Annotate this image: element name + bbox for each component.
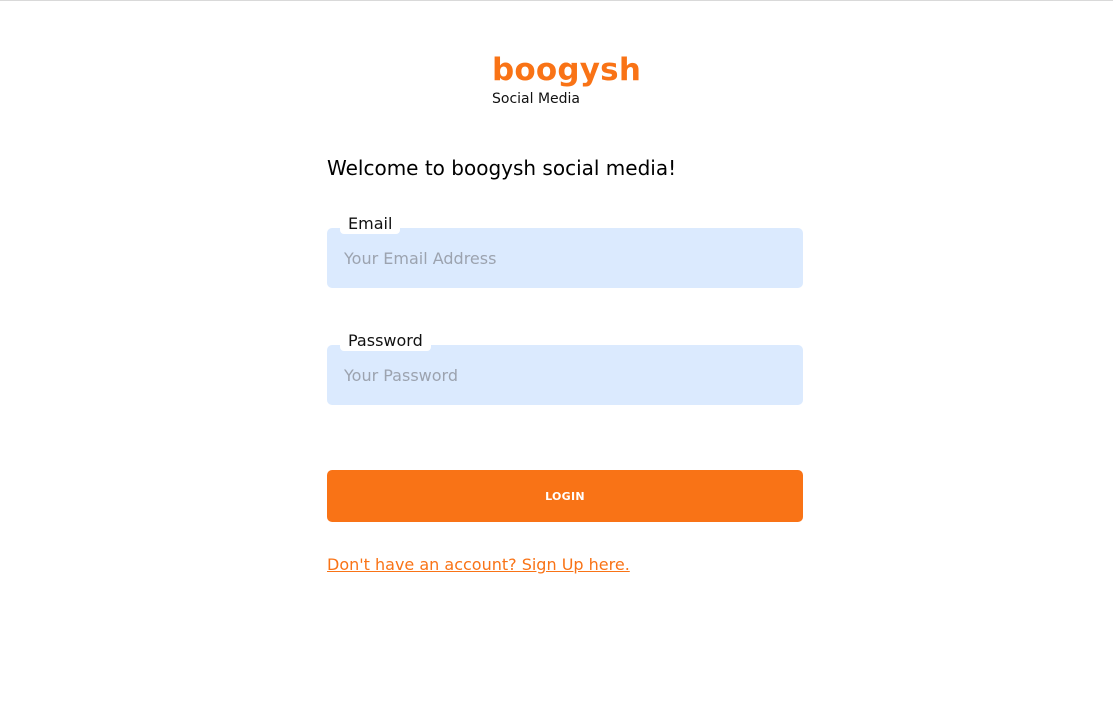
brand-subtitle: Social Media — [492, 91, 581, 107]
password-input[interactable] — [327, 345, 803, 405]
password-field-group: Password — [327, 331, 803, 405]
email-input[interactable] — [327, 228, 803, 288]
welcome-heading: Welcome to boogysh social media! — [327, 156, 677, 180]
password-label: Password — [340, 331, 431, 351]
brand-name: boogysh — [492, 52, 642, 88]
signup-link[interactable]: Don't have an account? Sign Up here. — [327, 555, 630, 575]
top-border — [0, 0, 1113, 1]
brand-logo: boogysh Social Media — [492, 52, 641, 108]
login-button[interactable]: LOGIN — [327, 470, 803, 522]
email-label: Email — [340, 214, 401, 234]
email-field-group: Email — [327, 214, 803, 288]
